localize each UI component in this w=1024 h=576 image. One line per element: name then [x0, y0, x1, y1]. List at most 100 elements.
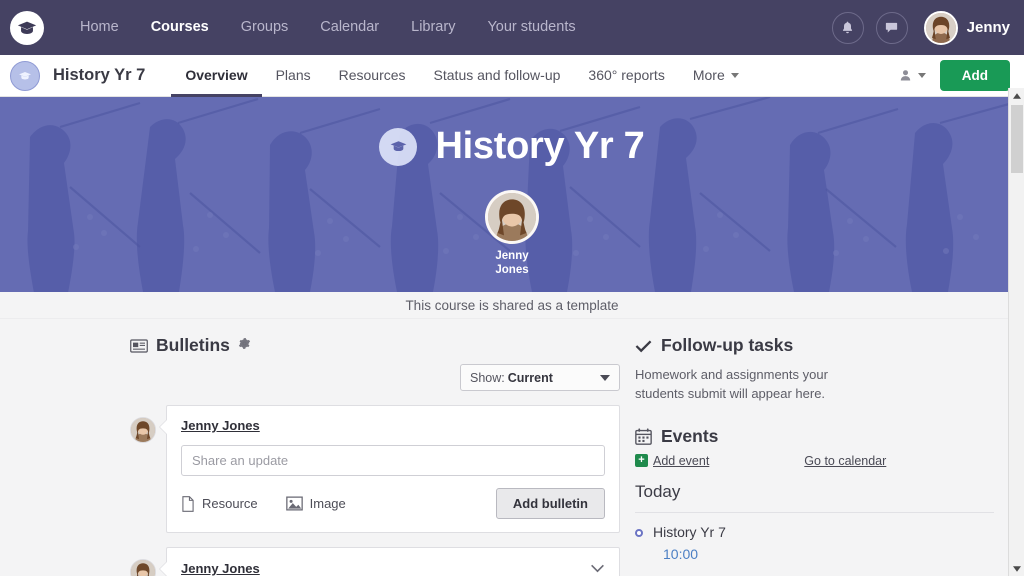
tab-more-label: More — [692, 66, 725, 83]
sidebar-column: Follow-up tasks Homework and assignments… — [620, 335, 1024, 576]
notifications-button[interactable] — [831, 11, 864, 44]
nav-item-library[interactable]: Library — [395, 0, 471, 55]
composer-author-link[interactable]: Jenny Jones — [181, 418, 260, 433]
tab-more[interactable]: More — [679, 55, 753, 97]
event-dot-icon — [635, 528, 643, 537]
hero-content: History Yr 7 Jenny Jones — [0, 97, 1024, 278]
graduation-cap-badge-glyph-icon — [19, 71, 31, 79]
hero-teacher-avatar[interactable] — [485, 190, 539, 244]
filter-prefix-label: Show: — [470, 370, 505, 385]
people-menu-button[interactable] — [898, 68, 926, 83]
hero-teacher-last-name: Jones — [495, 263, 529, 276]
composer-actions: Resource Image Add bulletin — [181, 488, 605, 519]
tab-overview[interactable]: Overview — [171, 55, 262, 97]
top-nav-right-group: Jenny — [831, 10, 1010, 45]
image-icon — [285, 496, 303, 511]
page-scrollbar[interactable] — [1008, 88, 1024, 576]
bulletins-title: Bulletins — [156, 335, 230, 355]
user-avatar-icon — [488, 193, 536, 241]
tab-resources[interactable]: Resources — [325, 55, 420, 97]
graduation-cap-icon — [390, 141, 407, 152]
chevron-down-icon — [600, 374, 610, 381]
top-navigation-bar: Home Courses Groups Calendar Library You… — [0, 0, 1024, 55]
course-hero-banner: History Yr 7 Jenny Jones — [0, 97, 1024, 292]
nav-item-courses[interactable]: Courses — [135, 0, 225, 55]
check-icon — [635, 339, 652, 352]
chevron-down-icon — [730, 73, 739, 79]
followup-title: Follow-up tasks — [661, 335, 794, 355]
hero-course-icon — [379, 127, 418, 166]
events-header: Events — [635, 426, 994, 447]
bulletins-show-filter[interactable]: Show: Current — [460, 364, 620, 391]
followup-header: Follow-up tasks — [635, 335, 994, 356]
bulletins-column: Bulletins Show: Current Jenny Jones Shar… — [0, 335, 620, 576]
bulletin-composer-card: Jenny Jones Resource — [159, 405, 620, 533]
bulletins-settings-button[interactable] — [238, 337, 251, 355]
share-update-input[interactable] — [181, 445, 605, 476]
attach-resource-button[interactable]: Resource — [181, 495, 258, 512]
course-tabs: Overview Plans Resources Status and foll… — [171, 55, 752, 97]
app-root: Home Courses Groups Calendar Library You… — [0, 0, 1024, 576]
scrollbar-thumb[interactable] — [1011, 105, 1023, 173]
events-title: Events — [661, 425, 719, 446]
post-meta-group: Jenny Jones 25 January — [181, 560, 260, 576]
go-to-calendar-link[interactable]: Go to calendar — [804, 454, 886, 468]
nav-item-your-students[interactable]: Your students — [471, 0, 591, 55]
events-day-label: Today — [635, 482, 994, 513]
top-nav-links: Home Courses Groups Calendar Library You… — [64, 0, 592, 55]
tab-status-and-follow-up[interactable]: Status and follow-up — [420, 55, 575, 97]
composer-body: Jenny Jones Resource — [167, 406, 619, 532]
gear-icon — [238, 337, 251, 349]
scroll-up-button[interactable] — [1009, 88, 1024, 103]
hero-course-title: History Yr 7 — [435, 125, 645, 167]
attach-image-button[interactable]: Image — [285, 496, 346, 511]
image-label: Image — [309, 496, 346, 511]
scroll-down-button[interactable] — [1009, 561, 1024, 576]
main-content: Bulletins Show: Current Jenny Jones Shar… — [0, 319, 1024, 576]
scroll-up-arrow-icon — [1012, 92, 1021, 99]
scrollbar-track[interactable] — [1009, 103, 1024, 561]
post-author-link[interactable]: Jenny Jones — [181, 561, 260, 576]
chat-bubble-icon — [886, 22, 898, 33]
nav-item-calendar[interactable]: Calendar — [304, 0, 395, 55]
events-links: + Add event Go to calendar — [635, 454, 994, 468]
user-avatar-icon — [925, 12, 956, 43]
user-menu[interactable]: Jenny — [923, 10, 1010, 45]
followup-description: Homework and assignments your students s… — [635, 367, 828, 401]
bulletin-post-row: Jenny Jones 25 January — [130, 547, 620, 576]
add-bulletin-button[interactable]: Add bulletin — [495, 488, 605, 519]
course-badge-icon — [10, 60, 40, 91]
hero-teacher-first-name: Jenny — [495, 250, 529, 262]
chevron-down-icon — [591, 564, 604, 573]
page-title: History Yr 7 — [53, 66, 146, 84]
filter-selected-value: Current — [507, 370, 553, 385]
event-name: History Yr 7 — [653, 523, 726, 540]
composer-avatar — [130, 417, 156, 443]
post-expand-button[interactable] — [590, 560, 605, 576]
tab-plans[interactable]: Plans — [262, 55, 325, 97]
messages-button[interactable] — [875, 11, 908, 44]
post-collapsed-body: Jenny Jones 25 January — [167, 548, 619, 576]
add-event-button[interactable]: + Add event — [635, 454, 709, 468]
event-list-item[interactable]: History Yr 7 — [635, 524, 994, 540]
calendar-icon — [635, 428, 652, 445]
post-avatar — [130, 559, 156, 576]
avatar — [923, 10, 958, 45]
template-notice: This course is shared as a template — [0, 292, 1024, 319]
add-button[interactable]: Add — [939, 60, 1010, 91]
nav-item-home[interactable]: Home — [64, 0, 135, 55]
bell-icon — [843, 21, 853, 34]
event-time: 10:00 — [663, 545, 699, 562]
user-avatar-icon — [131, 560, 155, 576]
user-name-label: Jenny — [966, 19, 1010, 36]
hero-teacher-name: Jenny Jones — [495, 250, 528, 278]
plus-square-icon: + — [635, 454, 648, 468]
nav-item-groups[interactable]: Groups — [225, 0, 305, 55]
tab-360-reports[interactable]: 360° reports — [574, 55, 678, 97]
chevron-down-icon — [917, 73, 926, 78]
bulletin-post-card[interactable]: Jenny Jones 25 January — [159, 547, 620, 576]
document-icon — [182, 495, 194, 512]
bulletins-filter-row: Show: Current — [130, 364, 620, 391]
resource-label: Resource — [202, 496, 258, 511]
app-logo[interactable] — [10, 10, 44, 45]
